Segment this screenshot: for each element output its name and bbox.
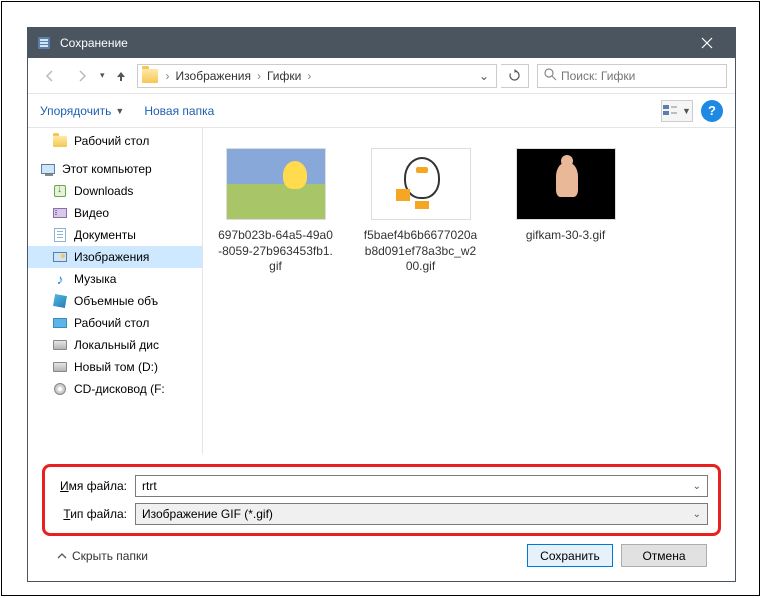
tree-new-volume[interactable]: Новый том (D:) [28, 356, 202, 378]
tree-images[interactable]: Изображения [28, 246, 202, 268]
cube-icon [52, 293, 68, 309]
search-input[interactable] [561, 69, 720, 83]
thumbnail-preview [516, 148, 616, 220]
file-name: gifkam-30-3.gif [503, 228, 628, 244]
chevron-down-icon[interactable]: ⌄ [693, 481, 701, 492]
organize-menu[interactable]: Упорядочить ▼ [40, 104, 124, 118]
folder-icon [142, 69, 158, 83]
chevron-down-icon[interactable]: ⌄ [693, 509, 701, 520]
breadcrumb-sep: › [253, 69, 265, 83]
chevron-down-icon: ▼ [115, 106, 124, 116]
disk-icon [52, 337, 68, 353]
tree-label: Downloads [74, 184, 133, 198]
tree-label: Рабочий стол [74, 134, 149, 148]
search-box[interactable] [537, 64, 727, 88]
new-folder-button[interactable]: Новая папка [144, 104, 214, 118]
chevron-up-icon [56, 550, 68, 562]
tree-local-disk[interactable]: Локальный дис [28, 334, 202, 356]
filetype-value: Изображение GIF (*.gif) [142, 507, 273, 521]
tree-label: Музыка [74, 272, 116, 286]
tree-label: Рабочий стол [74, 316, 149, 330]
filename-label: Имя файла: [55, 479, 135, 493]
footer: Скрыть папки Сохранить Отмена [42, 536, 721, 567]
highlight-box: Имя файла: rtrt ⌄ Тип файла: Изображение… [42, 464, 721, 536]
content-area: Рабочий стол Этот компьютер Downloads Ви… [28, 128, 735, 454]
file-item[interactable]: f5baef4b6b6677020ab8d091ef78a3bc_w200.gi… [358, 148, 483, 275]
document-icon [52, 227, 68, 243]
tree-label: Документы [74, 228, 136, 242]
nav-bar: ▾ › Изображения › Гифки › ⌄ [28, 58, 735, 94]
tree-label: Локальный дис [74, 338, 159, 352]
file-item[interactable]: gifkam-30-3.gif [503, 148, 628, 244]
cd-icon [52, 381, 68, 397]
file-name: 697b023b-64a5-49a0-8059-27b963453fb1.gif [213, 228, 338, 275]
filename-value: rtrt [142, 479, 157, 493]
cancel-button[interactable]: Отмена [621, 544, 707, 567]
forward-button[interactable] [68, 64, 96, 88]
breadcrumb-gifs[interactable]: Гифки [265, 69, 303, 83]
thumbnail-preview [371, 148, 471, 220]
breadcrumb-sep: › [162, 69, 174, 83]
chevron-down-icon: ▼ [682, 106, 691, 116]
filetype-select[interactable]: Изображение GIF (*.gif) ⌄ [135, 503, 708, 525]
tree-video[interactable]: Видео [28, 202, 202, 224]
tree-this-pc[interactable]: Этот компьютер [28, 158, 202, 180]
filename-row: Имя файла: rtrt ⌄ [55, 475, 708, 497]
video-icon [52, 205, 68, 221]
tree-label: Объемные объ [74, 294, 158, 308]
filename-input[interactable]: rtrt ⌄ [135, 475, 708, 497]
breadcrumb-sep: › [303, 69, 315, 83]
save-dialog: Сохранение ▾ › Изображения › Гифки › ⌄ [27, 27, 736, 582]
tree-label: Видео [74, 206, 109, 220]
filetype-label: Тип файла: [55, 507, 135, 521]
pc-icon [40, 161, 56, 177]
tree-label: Новый том (D:) [74, 360, 158, 374]
tree-label: CD-дисковод (F: [74, 382, 165, 396]
address-dropdown[interactable]: ⌄ [476, 69, 492, 83]
tree-label: Изображения [74, 250, 149, 264]
tree-cd-drive[interactable]: CD-дисковод (F: [28, 378, 202, 400]
refresh-button[interactable] [501, 64, 529, 88]
desktop-icon [52, 315, 68, 331]
thumbnail-preview [226, 148, 326, 220]
filetype-row: Тип файла: Изображение GIF (*.gif) ⌄ [55, 503, 708, 525]
download-icon [52, 183, 68, 199]
hide-folders-toggle[interactable]: Скрыть папки [56, 549, 148, 563]
titlebar: Сохранение [28, 28, 735, 58]
tree-downloads[interactable]: Downloads [28, 180, 202, 202]
app-icon [36, 35, 52, 51]
bottom-panel: Имя файла: rtrt ⌄ Тип файла: Изображение… [28, 454, 735, 581]
help-button[interactable]: ? [701, 100, 723, 122]
file-thumbnails[interactable]: 697b023b-64a5-49a0-8059-27b963453fb1.gif… [203, 128, 735, 454]
music-icon: ♪ [52, 271, 68, 287]
tree-music[interactable]: ♪ Музыка [28, 268, 202, 290]
up-button[interactable] [109, 64, 133, 88]
search-icon [544, 68, 557, 84]
toolbar: Упорядочить ▼ Новая папка ▼ ? [28, 94, 735, 128]
file-name: f5baef4b6b6677020ab8d091ef78a3bc_w200.gi… [358, 228, 483, 275]
view-mode-button[interactable]: ▼ [661, 100, 693, 122]
tree-label: Этот компьютер [62, 162, 152, 176]
address-bar[interactable]: › Изображения › Гифки › ⌄ [137, 64, 497, 88]
window-title: Сохранение [60, 36, 687, 50]
save-button[interactable]: Сохранить [527, 544, 613, 567]
disk-icon [52, 359, 68, 375]
hide-folders-label: Скрыть папки [72, 549, 148, 563]
folder-icon [52, 133, 68, 149]
organize-label: Упорядочить [40, 104, 111, 118]
tree-documents[interactable]: Документы [28, 224, 202, 246]
breadcrumb-images[interactable]: Изображения [174, 69, 253, 83]
tree-3d-objects[interactable]: Объемные объ [28, 290, 202, 312]
image-icon [52, 249, 68, 265]
file-item[interactable]: 697b023b-64a5-49a0-8059-27b963453fb1.gif [213, 148, 338, 275]
folder-tree[interactable]: Рабочий стол Этот компьютер Downloads Ви… [28, 128, 203, 454]
back-button[interactable] [36, 64, 64, 88]
tree-desktop2[interactable]: Рабочий стол [28, 312, 202, 334]
history-dropdown[interactable]: ▾ [100, 70, 105, 81]
tree-desktop[interactable]: Рабочий стол [28, 130, 202, 152]
close-button[interactable] [687, 28, 727, 58]
